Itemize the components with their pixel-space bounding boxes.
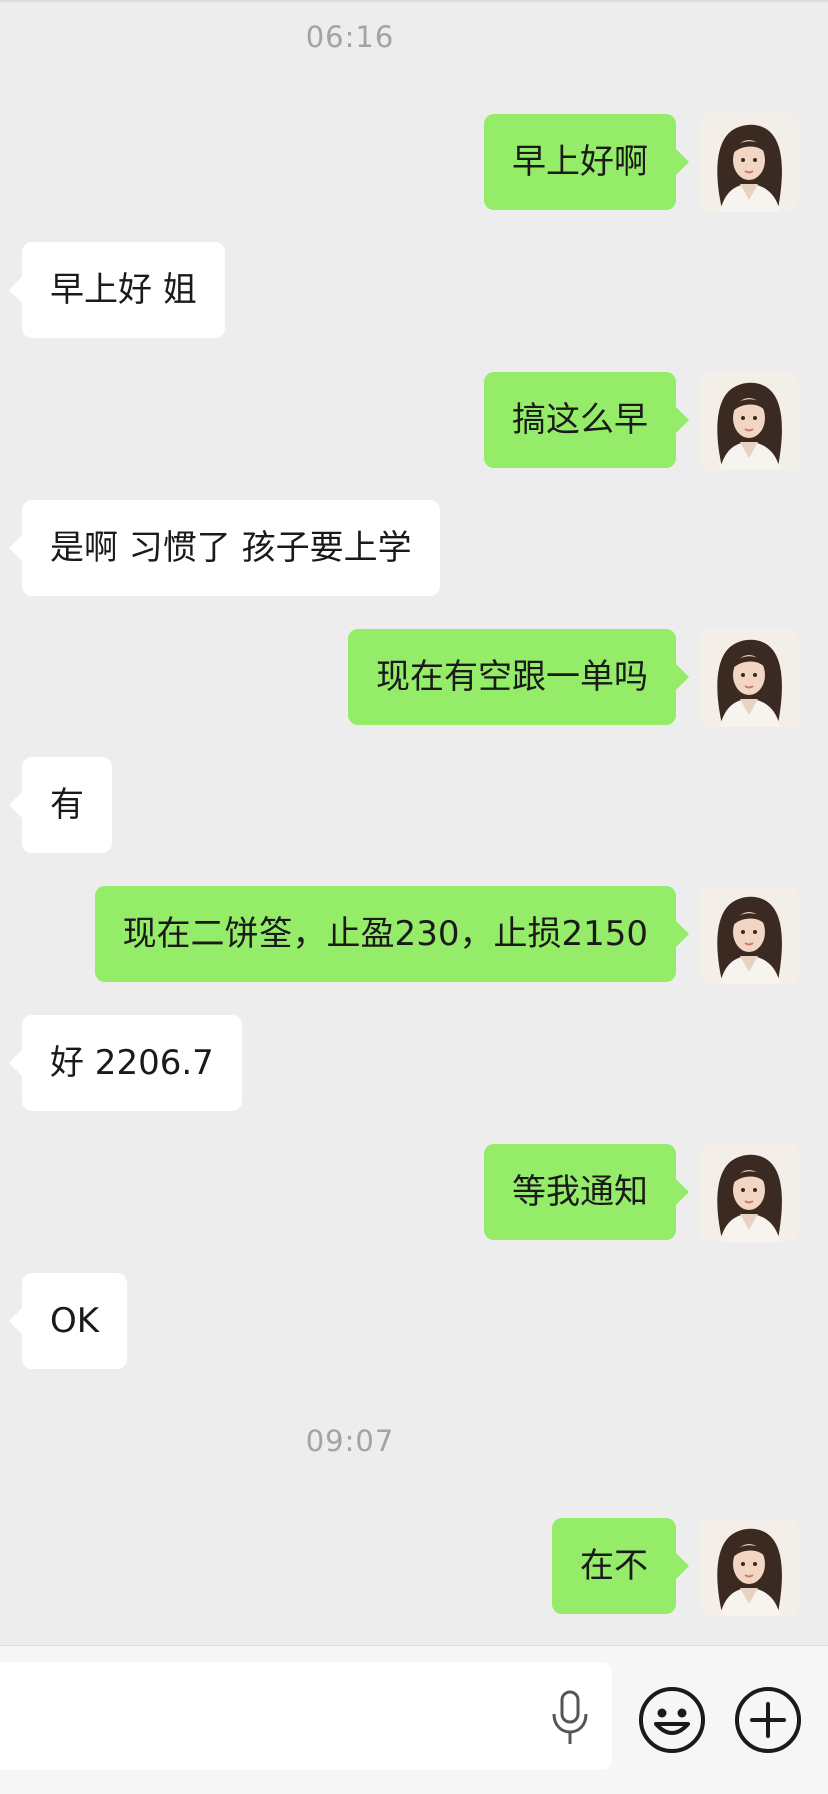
user-avatar-icon (700, 1518, 798, 1616)
message-incoming[interactable]: 早上好 姐 (9, 242, 225, 338)
avatar[interactable] (700, 114, 798, 212)
timestamp: 06:16 (305, 20, 395, 54)
timestamp: 09:07 (305, 1424, 395, 1458)
message-outgoing[interactable]: 现在二饼筌，止盈230，止损2150 (94, 886, 690, 982)
microphone-icon[interactable] (548, 1690, 592, 1746)
chat-area[interactable]: 06:16 早上好啊 早上好 姐 搞这么早 是啊 习惯了 孩子要上学 现在有空跟… (0, 0, 828, 1645)
avatar[interactable] (700, 886, 798, 984)
user-avatar-icon (700, 629, 798, 727)
emoji-icon[interactable] (638, 1686, 706, 1754)
user-avatar-icon (700, 886, 798, 984)
message-outgoing[interactable]: 现在有空跟一单吗 (348, 629, 689, 725)
avatar[interactable] (700, 629, 798, 727)
plus-icon[interactable] (734, 1686, 802, 1754)
avatar[interactable] (700, 372, 798, 470)
message-incoming[interactable]: 好 2206.7 (9, 1015, 242, 1111)
message-incoming[interactable]: OK (8, 1273, 128, 1369)
message-incoming[interactable]: 有 (9, 757, 112, 853)
avatar[interactable] (700, 1518, 798, 1616)
message-input[interactable] (0, 1662, 612, 1770)
message-incoming[interactable]: 是啊 习惯了 孩子要上学 (9, 500, 440, 596)
user-avatar-icon (700, 114, 798, 212)
user-avatar-icon (700, 1144, 798, 1242)
message-outgoing[interactable]: 等我通知 (484, 1144, 689, 1240)
message-outgoing[interactable]: 搞这么早 (484, 372, 689, 468)
input-bar (0, 1645, 828, 1794)
message-outgoing[interactable]: 早上好啊 (484, 114, 689, 210)
message-outgoing[interactable]: 在不 (552, 1518, 689, 1614)
user-avatar-icon (700, 372, 798, 470)
avatar[interactable] (700, 1144, 798, 1242)
